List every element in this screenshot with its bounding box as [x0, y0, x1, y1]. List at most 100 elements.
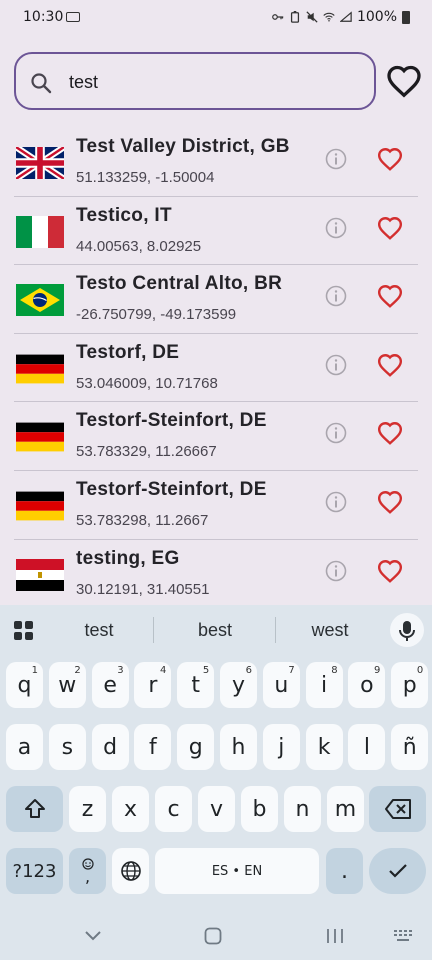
key-label: y: [231, 672, 246, 698]
key-number-hint: 3: [117, 665, 124, 676]
key[interactable]: y6: [220, 662, 257, 708]
shift-icon: [24, 799, 45, 818]
key[interactable]: k: [305, 724, 343, 770]
suggestion-1[interactable]: test: [44, 620, 154, 641]
place-name: Testorf, DE: [76, 341, 180, 363]
key[interactable]: q1: [6, 662, 43, 708]
key-number-hint: 2: [74, 665, 81, 676]
key-label: b: [252, 796, 267, 822]
globe-icon: [120, 861, 141, 881]
key[interactable]: h: [220, 724, 257, 770]
favorite-heart-icon[interactable]: [377, 490, 403, 514]
key[interactable]: v: [198, 786, 235, 832]
list-item[interactable]: Test Valley District, GB 51.133259, -1.5…: [14, 128, 418, 197]
list-item[interactable]: Testo Central Alto, BR -26.750799, -49.1…: [14, 265, 418, 334]
recents-icon[interactable]: [326, 928, 344, 944]
symbols-key[interactable]: ?123: [6, 848, 63, 894]
flag-de-icon: [16, 353, 64, 385]
favorite-heart-icon[interactable]: [377, 147, 403, 171]
info-icon[interactable]: [324, 284, 348, 308]
key-label: x: [123, 796, 138, 822]
enter-key[interactable]: [369, 848, 426, 894]
list-item[interactable]: Testorf, DE 53.046009, 10.71768: [14, 334, 418, 403]
key[interactable]: t5: [177, 662, 215, 708]
key[interactable]: u7: [262, 662, 300, 708]
key-label: j: [278, 734, 285, 760]
list-item[interactable]: Testico, IT 44.00563, 8.02925: [14, 197, 418, 266]
search-value: test: [69, 72, 99, 92]
place-name: Testo Central Alto, BR: [76, 273, 283, 295]
comma-label: ,: [84, 867, 91, 886]
status-bar: 10:30 100%: [0, 0, 432, 36]
key[interactable]: l: [348, 724, 386, 770]
key[interactable]: m: [327, 786, 364, 832]
key[interactable]: x: [112, 786, 149, 832]
search-input[interactable]: test: [14, 52, 376, 110]
favorite-heart-icon[interactable]: [377, 559, 403, 583]
key-label: c: [167, 796, 180, 822]
info-icon[interactable]: [324, 490, 348, 514]
info-icon[interactable]: [324, 216, 348, 240]
place-coords: 53.783329, 11.26667: [76, 443, 217, 461]
key[interactable]: n: [284, 786, 321, 832]
favorite-heart-icon[interactable]: [377, 353, 403, 377]
key[interactable]: r4: [134, 662, 172, 708]
checkmark-icon: [388, 864, 407, 878]
key[interactable]: b: [241, 786, 278, 832]
key[interactable]: a: [6, 724, 43, 770]
key-label: d: [103, 734, 118, 760]
voice-input-button[interactable]: [390, 613, 424, 647]
key[interactable]: s: [48, 724, 86, 770]
key[interactable]: z: [69, 786, 106, 832]
list-item[interactable]: Testorf-Steinfort, DE 53.783329, 11.2666…: [14, 402, 418, 471]
key[interactable]: f: [134, 724, 172, 770]
key[interactable]: o9: [348, 662, 386, 708]
place-coords: -26.750799, -49.173599: [76, 306, 237, 324]
key-label: a: [17, 734, 32, 760]
suggestion-2[interactable]: best: [160, 620, 270, 641]
key[interactable]: w2: [48, 662, 86, 708]
key[interactable]: ñ: [391, 724, 429, 770]
favorite-heart-icon[interactable]: [377, 421, 403, 446]
place-coords: 51.133259, -1.50004: [76, 169, 215, 186]
key-label: h: [231, 734, 246, 760]
favorite-heart-icon[interactable]: [377, 216, 403, 240]
key[interactable]: j: [262, 724, 300, 770]
info-icon[interactable]: [324, 421, 348, 445]
key[interactable]: g: [177, 724, 215, 770]
emoji-comma-key[interactable]: ,: [69, 848, 106, 894]
info-icon[interactable]: [324, 559, 348, 583]
vpn-key-icon: [272, 14, 284, 20]
key[interactable]: c: [155, 786, 192, 832]
space-key[interactable]: ES • EN: [155, 848, 319, 894]
backspace-key[interactable]: [369, 786, 426, 832]
key-label: k: [317, 734, 331, 760]
home-icon[interactable]: [204, 927, 222, 945]
soft-keyboard: test best west ?123 , ES • EN . q1w2e3r4…: [0, 605, 432, 960]
nav-bar: [0, 910, 432, 960]
key[interactable]: p0: [391, 662, 429, 708]
info-icon[interactable]: [324, 147, 348, 171]
key-label: z: [81, 796, 94, 822]
suggestion-3[interactable]: west: [275, 620, 385, 641]
key[interactable]: d: [91, 724, 129, 770]
key-number-hint: 6: [245, 665, 252, 676]
period-key[interactable]: .: [326, 848, 363, 894]
favorite-heart-icon[interactable]: [377, 284, 403, 309]
list-item[interactable]: Testorf-Steinfort, DE 53.783298, 11.2667: [14, 471, 418, 540]
list-item[interactable]: testing, EG 30.12191, 31.40551: [14, 540, 418, 609]
key-label: t: [191, 672, 200, 698]
key-label: s: [61, 734, 74, 760]
chevron-down-icon[interactable]: [84, 930, 102, 942]
key-label: o: [360, 672, 374, 698]
favorites-heart-icon[interactable]: [386, 64, 422, 98]
key-label: u: [274, 672, 289, 698]
key[interactable]: e3: [91, 662, 129, 708]
key-label: p: [402, 672, 417, 698]
apps-grid-icon[interactable]: [14, 621, 34, 641]
key[interactable]: i8: [305, 662, 343, 708]
shift-key[interactable]: [6, 786, 63, 832]
keyboard-switch-icon[interactable]: [394, 930, 412, 942]
language-key[interactable]: [112, 848, 149, 894]
info-icon[interactable]: [324, 353, 348, 377]
